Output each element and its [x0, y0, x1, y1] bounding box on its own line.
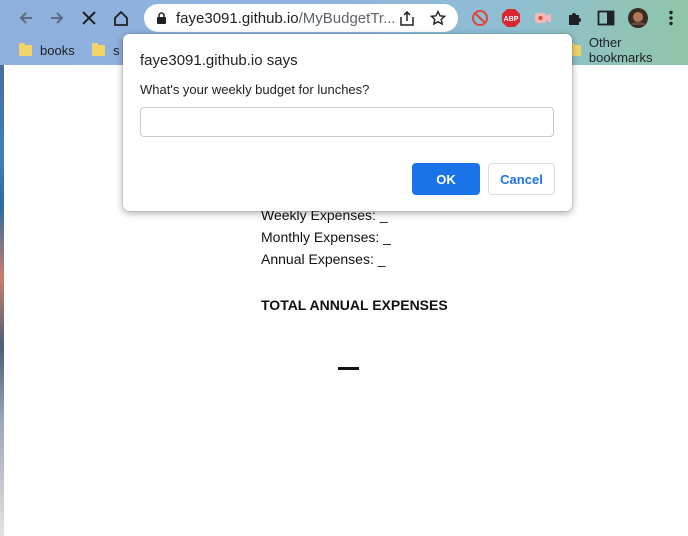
share-icon[interactable]	[399, 11, 415, 26]
avatar[interactable]	[627, 7, 649, 29]
url-host: faye3091.github.io	[176, 10, 299, 27]
budget-input[interactable]	[140, 107, 554, 137]
home-button[interactable]	[109, 6, 133, 30]
back-arrow-icon	[19, 12, 32, 24]
monthly-expenses: Monthly Expenses: _	[261, 229, 391, 245]
stop-button[interactable]	[77, 6, 101, 30]
cancel-button[interactable]: Cancel	[488, 163, 555, 195]
forward-button[interactable]	[45, 6, 69, 30]
total-heading: TOTAL ANNUAL EXPENSES	[261, 297, 448, 313]
close-icon	[82, 11, 96, 25]
adblock-icon[interactable]: ABP	[500, 7, 522, 29]
url-path: /MyBudgetTr...	[298, 10, 396, 27]
dialog-message: What's your weekly budget for lunches?	[140, 82, 370, 97]
browser-toolbar: faye3091.github.io/MyBudgetTr... ABP	[0, 0, 688, 36]
record-extension-icon[interactable]	[532, 7, 554, 29]
total-value-placeholder	[338, 367, 359, 370]
prompt-dialog: faye3091.github.io says What's your week…	[123, 34, 572, 211]
kebab-menu-icon[interactable]	[660, 7, 682, 29]
other-bookmarks-label: Other bookmarks	[588, 35, 653, 65]
ok-button[interactable]: OK	[412, 163, 480, 195]
bookmark-label: books	[40, 42, 75, 58]
bookmark-s[interactable]: s	[92, 41, 120, 59]
folder-icon	[19, 42, 32, 56]
lock-icon	[157, 12, 166, 24]
side-artwork	[0, 65, 4, 536]
side-panel-icon[interactable]	[595, 7, 617, 29]
folder-icon	[92, 42, 105, 56]
back-button[interactable]	[14, 6, 38, 30]
forward-arrow-icon	[51, 12, 64, 24]
address-bar[interactable]: faye3091.github.io/MyBudgetTr...	[144, 4, 458, 32]
bookmark-label: s	[113, 42, 120, 58]
bookmark-books[interactable]: books	[19, 41, 75, 59]
puzzle-icon[interactable]	[564, 7, 586, 29]
adblock-label: ABP	[504, 16, 519, 23]
blocked-extension-icon[interactable]	[469, 7, 491, 29]
home-icon	[114, 10, 128, 26]
bookmark-other[interactable]: Other bookmarks	[568, 35, 688, 65]
annual-expenses: Annual Expenses: _	[261, 251, 386, 267]
bookmark-star-icon[interactable]	[430, 10, 446, 26]
dialog-title: faye3091.github.io says	[140, 52, 298, 69]
url-text: faye3091.github.io/MyBudgetTr...	[176, 10, 396, 27]
